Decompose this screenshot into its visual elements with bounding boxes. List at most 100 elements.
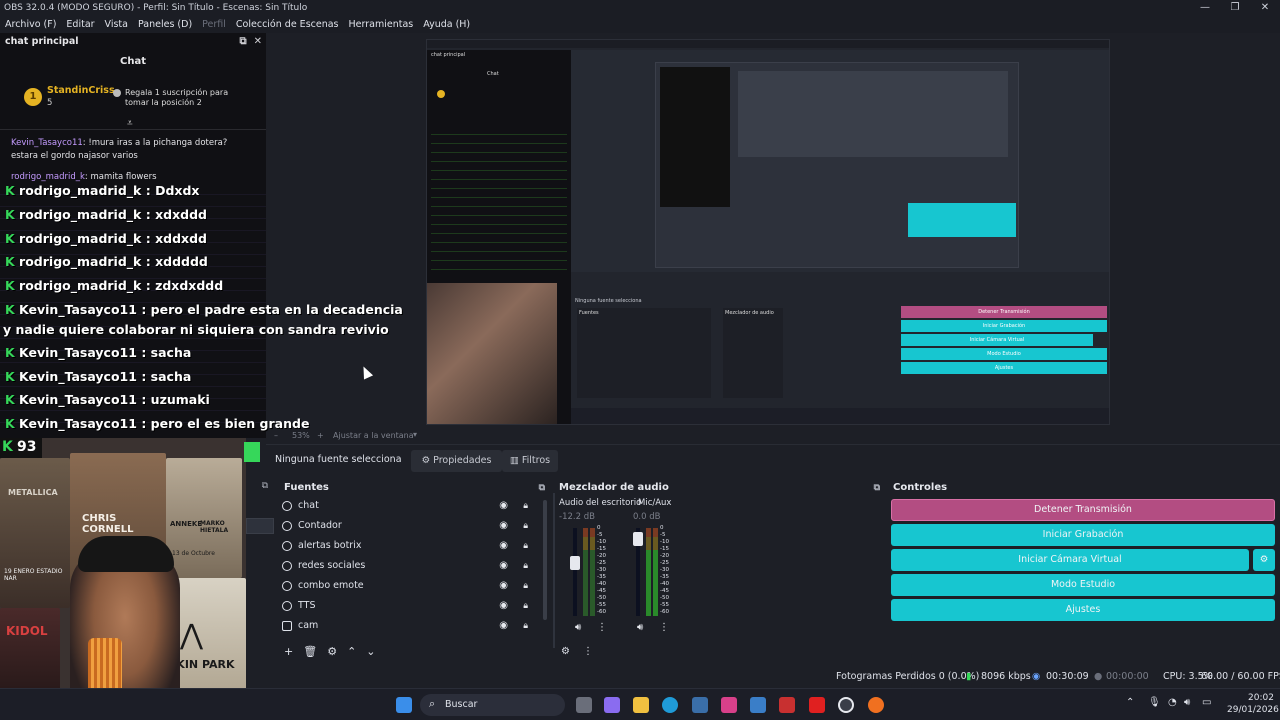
app-red-icon[interactable] [779,697,795,713]
kebab-menu-icon[interactable]: ⋮ [597,622,607,633]
zoom-out-button[interactable]: – [274,431,278,440]
db-scale-label: -25 [660,560,669,566]
studio-mode-button[interactable]: Modo Estudio [891,574,1275,596]
source-settings-icon[interactable]: ⚙ [327,645,337,658]
status-bar: Fotogramas Perdidos 0 (0.0%) ▮ 8096 kbps… [266,668,1280,688]
scene-item-selected[interactable] [246,518,274,534]
menu-archivo[interactable]: Archivo (F) [0,16,61,33]
menu-ayuda[interactable]: Ayuda (H) [418,16,475,33]
mixer-title: Mezclador de audio [559,482,669,493]
copilot-icon[interactable] [604,697,620,713]
file-explorer-icon[interactable] [633,697,649,713]
menu-herramientas[interactable]: Herramientas [344,16,419,33]
zoom-fit-select[interactable]: Ajustar a la ventana [333,431,414,440]
source-item-contador[interactable]: Contador ◉ 🔒︎ [278,516,540,536]
dock-float-icon[interactable]: ⧉ [539,478,545,498]
firefox-icon[interactable] [868,697,884,713]
move-up-icon[interactable]: ⌃ [347,645,356,658]
lock-icon[interactable]: 🔒︎ [523,596,528,616]
eye-icon[interactable]: ◉ [499,496,508,516]
dock-float-icon[interactable]: ⧉ [262,481,268,491]
filters-button[interactable]: ▥ Filtros [502,450,558,472]
eye-icon[interactable]: ◉ [499,596,508,616]
sources-scrollbar[interactable] [543,500,547,620]
trash-icon[interactable]: 🗑︎ [303,645,317,658]
instagram-icon[interactable] [721,697,737,713]
menu-perfil[interactable]: Perfil [197,16,231,33]
minimize-button[interactable]: — [1190,0,1220,16]
menu-vista[interactable]: Vista [100,16,133,33]
volume-icon[interactable]: 🔊︎ [1184,697,1190,708]
nested-titlebar [427,40,1109,48]
source-item-tts[interactable]: TTS ◉ 🔒︎ [278,596,540,616]
lock-icon[interactable]: 🔒︎ [523,516,528,536]
lock-icon[interactable]: 🔒︎ [523,616,528,636]
mixer-menu-icon[interactable]: ⋮ [583,646,593,657]
properties-button[interactable]: ⚙ Propiedades [411,450,502,472]
mic-tray-icon[interactable]: 🎙︎ [1148,697,1161,708]
eye-icon[interactable]: ◉ [499,556,508,576]
source-item-redes[interactable]: redes sociales ◉ 🔒︎ [278,556,540,576]
chat-username[interactable]: rodrigo_madrid_k [11,172,85,182]
nested-chat-title: chat principal [431,52,466,58]
close-button[interactable]: ✕ [1250,0,1280,16]
eye-icon[interactable]: ◉ [499,616,508,636]
poster-text: 13 de Octubre [172,550,215,557]
eye-icon[interactable]: ◉ [499,536,508,556]
obs-icon[interactable] [838,697,854,713]
lock-icon[interactable]: 🔒︎ [523,496,528,516]
lock-icon[interactable]: 🔒︎ [523,536,528,556]
add-source-button[interactable]: + [284,645,293,658]
dock-float-icon[interactable]: ⧉ ✕ [240,33,262,51]
collapse-chevron-icon[interactable]: ⩡ [127,118,133,129]
stop-stream-button[interactable]: Detener Transmisión [891,499,1275,521]
move-down-icon[interactable]: ⌄ [366,645,375,658]
browser-source-icon [282,561,292,571]
source-item-combo[interactable]: combo emote ◉ 🔒︎ [278,576,540,596]
pinned-user[interactable]: StandinCriss [47,85,115,96]
virtual-camera-settings-icon[interactable]: ⚙ [1253,549,1275,571]
menu-paneles[interactable]: Paneles (D) [133,16,197,33]
app-icon[interactable] [750,697,766,713]
maximize-button[interactable]: ❐ [1220,0,1250,16]
source-item-chat[interactable]: chat ◉ 🔒︎ [278,496,540,516]
settings-button[interactable]: Ajustes [891,599,1275,621]
tray-chevron-icon[interactable]: ⌃ [1126,697,1134,708]
wifi-icon[interactable]: ◔ [1168,697,1177,708]
netflix-icon[interactable] [809,697,825,713]
kebab-menu-icon[interactable]: ⋮ [659,622,669,633]
lock-icon[interactable]: 🔒︎ [523,556,528,576]
edge-icon[interactable] [662,697,678,713]
source-item-alertas[interactable]: alertas botrix ◉ 🔒︎ [278,536,540,556]
eye-icon[interactable]: ◉ [499,516,508,536]
dock-float-icon[interactable]: ⧉ [874,478,880,498]
speaker-icon[interactable]: 🔊︎ [637,622,643,633]
store-icon[interactable] [692,697,708,713]
overlay-text: uzumaki [150,392,210,407]
lock-icon[interactable]: 🔒︎ [523,576,528,596]
chevron-down-icon[interactable]: ▾ [413,430,417,439]
channel-desktop-db: -12.2 dB [559,512,595,522]
clock-date[interactable]: 29/01/2026 [1227,705,1279,715]
chat-username[interactable]: Kevin_Tasayco11 [11,138,83,148]
mixer-settings-icon[interactable]: ⚙ [561,646,570,657]
windows-start-icon[interactable] [396,697,412,713]
overlay-chat-line: K rodrigo_madrid_k : Ddxdx [5,183,200,198]
chat-send-button[interactable] [244,442,260,462]
start-virtual-camera-button[interactable]: Iniciar Cámara Virtual [891,549,1249,571]
source-item-cam[interactable]: cam ◉ 🔒︎ [278,616,540,636]
volume-fader-handle[interactable] [570,556,580,571]
volume-fader-handle[interactable] [633,531,643,546]
zoom-in-button[interactable]: + [317,431,324,440]
battery-icon[interactable]: ▭ [1202,697,1211,708]
task-view-icon[interactable] [576,697,592,713]
menu-escenas[interactable]: Colección de Escenas [231,16,344,33]
menu-editar[interactable]: Editar [61,16,99,33]
start-record-button[interactable]: Iniciar Grabación [891,524,1275,546]
clock-time[interactable]: 20:02 [1248,693,1274,703]
speaker-icon[interactable]: 🔊︎ [575,622,581,633]
eye-icon[interactable]: ◉ [499,576,508,596]
fader-track[interactable] [573,528,577,616]
taskbar-search[interactable]: ⌕ Buscar [420,694,565,716]
mixer-splitter[interactable] [553,493,555,648]
